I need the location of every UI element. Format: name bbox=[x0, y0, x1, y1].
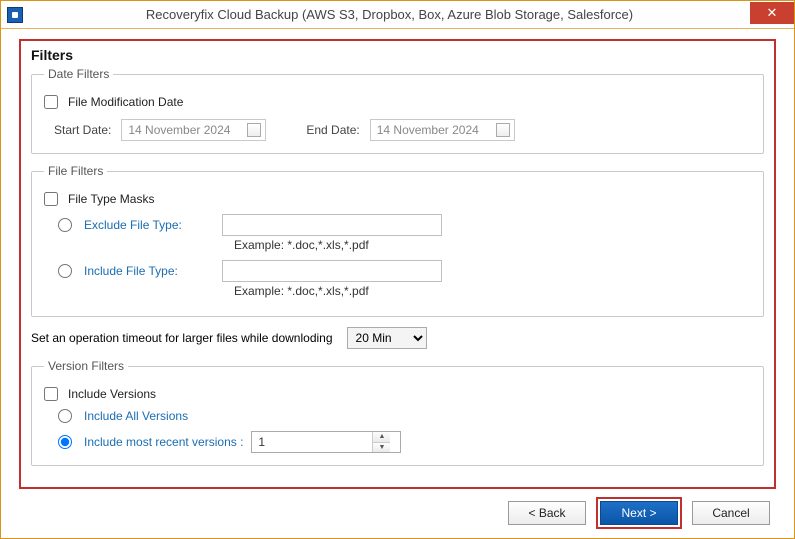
start-date-input[interactable]: 14 November 2024 bbox=[121, 119, 266, 141]
file-mod-date-checkbox[interactable] bbox=[44, 95, 58, 109]
file-type-masks-row: File Type Masks bbox=[44, 192, 751, 206]
include-all-versions-row: Include All Versions bbox=[44, 409, 751, 423]
file-filters-legend: File Filters bbox=[44, 164, 107, 178]
version-filters-legend: Version Filters bbox=[44, 359, 128, 373]
include-most-recent-radio[interactable] bbox=[58, 435, 72, 449]
window: Recoveryfix Cloud Backup (AWS S3, Dropbo… bbox=[0, 0, 795, 539]
cancel-button[interactable]: Cancel bbox=[692, 501, 770, 525]
timeout-select[interactable]: 20 Min bbox=[347, 327, 427, 349]
date-filters-legend: Date Filters bbox=[44, 67, 113, 81]
include-all-versions-radio[interactable] bbox=[58, 409, 72, 423]
exclude-file-type-input[interactable] bbox=[222, 214, 442, 236]
close-icon: ✕ bbox=[767, 5, 778, 21]
exclude-row: Exclude File Type: bbox=[44, 214, 751, 236]
recent-versions-count[interactable] bbox=[252, 435, 372, 449]
app-icon bbox=[7, 7, 23, 23]
version-filters-group: Version Filters Include Versions Include… bbox=[31, 359, 764, 466]
end-date-value: 14 November 2024 bbox=[377, 123, 479, 137]
start-date-label: Start Date: bbox=[54, 123, 111, 137]
back-button[interactable]: < Back bbox=[508, 501, 586, 525]
timeout-label: Set an operation timeout for larger file… bbox=[31, 331, 333, 345]
include-file-type-input[interactable] bbox=[222, 260, 442, 282]
exclude-file-type-label: Exclude File Type: bbox=[84, 218, 214, 232]
include-versions-label: Include Versions bbox=[68, 387, 156, 401]
calendar-icon bbox=[496, 123, 510, 137]
window-title: Recoveryfix Cloud Backup (AWS S3, Dropbo… bbox=[29, 7, 750, 22]
include-row: Include File Type: bbox=[44, 260, 751, 282]
include-most-recent-row: Include most recent versions : ▲ ▼ bbox=[44, 431, 751, 453]
file-type-masks-label: File Type Masks bbox=[68, 192, 154, 206]
filters-heading: Filters bbox=[31, 47, 764, 63]
file-type-masks-checkbox[interactable] bbox=[44, 192, 58, 206]
spinner-down-icon[interactable]: ▼ bbox=[373, 443, 390, 453]
filters-panel: Filters Date Filters File Modification D… bbox=[19, 39, 776, 489]
include-versions-checkbox[interactable] bbox=[44, 387, 58, 401]
close-button[interactable]: ✕ bbox=[750, 2, 794, 24]
footer: < Back Next > Cancel bbox=[1, 494, 794, 538]
date-filters-group: Date Filters File Modification Date Star… bbox=[31, 67, 764, 154]
exclude-file-type-radio[interactable] bbox=[58, 218, 72, 232]
date-row: Start Date: 14 November 2024 End Date: 1… bbox=[44, 119, 751, 141]
exclude-example: Example: *.doc,*.xls,*.pdf bbox=[234, 238, 751, 252]
spinner-buttons: ▲ ▼ bbox=[372, 432, 390, 452]
start-date-value: 14 November 2024 bbox=[128, 123, 230, 137]
calendar-icon bbox=[247, 123, 261, 137]
end-date-input[interactable]: 14 November 2024 bbox=[370, 119, 515, 141]
end-date-label: End Date: bbox=[306, 123, 359, 137]
include-file-type-radio[interactable] bbox=[58, 264, 72, 278]
file-mod-date-row: File Modification Date bbox=[44, 95, 751, 109]
include-all-versions-label: Include All Versions bbox=[84, 409, 188, 423]
include-versions-row: Include Versions bbox=[44, 387, 751, 401]
titlebar: Recoveryfix Cloud Backup (AWS S3, Dropbo… bbox=[1, 1, 794, 29]
spinner-up-icon[interactable]: ▲ bbox=[373, 432, 390, 443]
recent-versions-spinner[interactable]: ▲ ▼ bbox=[251, 431, 401, 453]
next-button-highlight: Next > bbox=[596, 497, 682, 529]
file-filters-group: File Filters File Type Masks Exclude Fil… bbox=[31, 164, 764, 317]
next-button[interactable]: Next > bbox=[600, 501, 678, 525]
include-file-type-label: Include File Type: bbox=[84, 264, 214, 278]
file-mod-date-label: File Modification Date bbox=[68, 95, 183, 109]
timeout-row: Set an operation timeout for larger file… bbox=[31, 327, 764, 349]
include-most-recent-label: Include most recent versions : bbox=[84, 435, 243, 449]
body-area: Filters Date Filters File Modification D… bbox=[1, 29, 794, 494]
include-example: Example: *.doc,*.xls,*.pdf bbox=[234, 284, 751, 298]
